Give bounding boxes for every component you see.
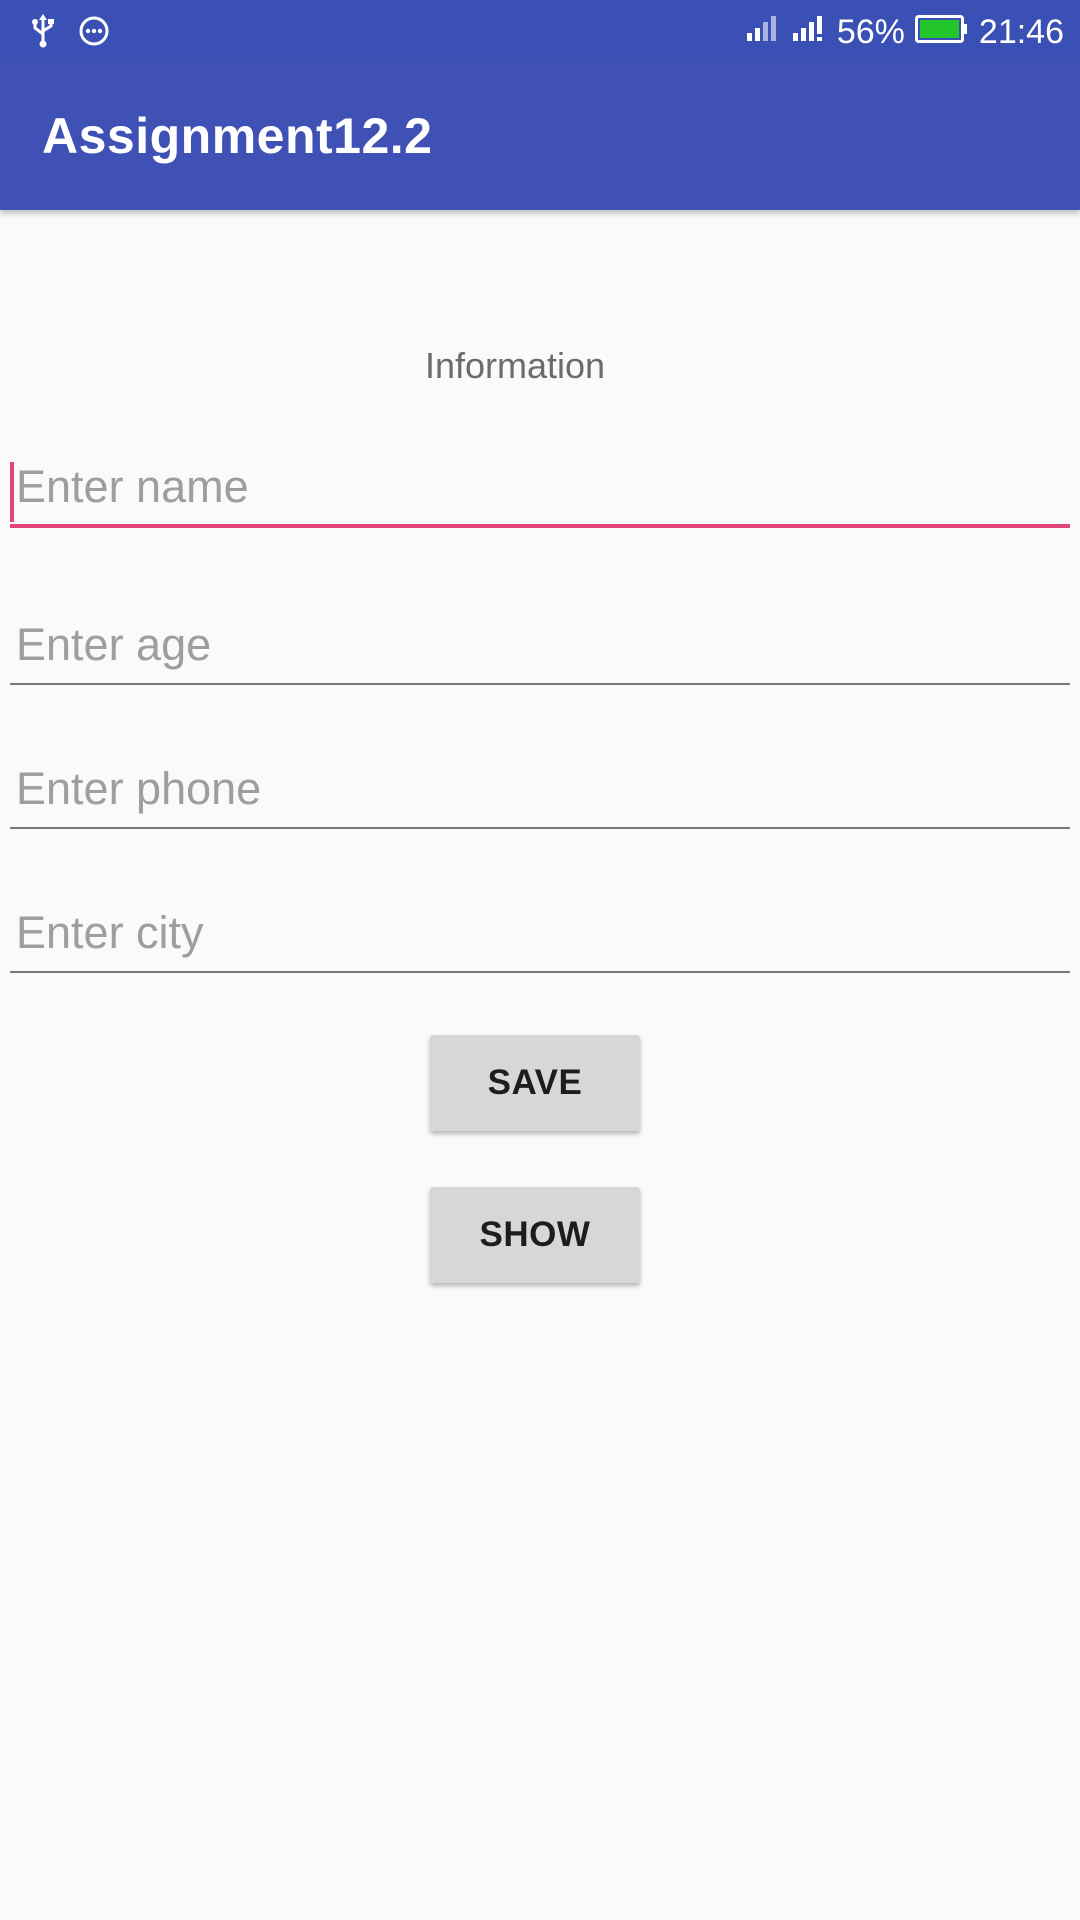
age-input[interactable] bbox=[10, 607, 1070, 685]
usb-icon bbox=[28, 14, 58, 53]
app-bar: Assignment12.2 bbox=[0, 63, 1080, 210]
signal-sim1-icon bbox=[745, 13, 781, 52]
status-right: 56% 21:46 bbox=[745, 10, 1064, 54]
clock: 21:46 bbox=[978, 12, 1064, 51]
more-dots-icon bbox=[78, 15, 110, 52]
status-left-icons bbox=[28, 14, 110, 53]
information-heading: Information bbox=[424, 345, 606, 386]
phone-input[interactable] bbox=[10, 751, 1070, 829]
save-button[interactable]: SAVE bbox=[430, 1035, 640, 1131]
battery-percent: 56% bbox=[836, 12, 905, 51]
text-cursor bbox=[10, 462, 14, 522]
show-button[interactable]: SHOW bbox=[430, 1187, 640, 1283]
city-input[interactable] bbox=[10, 895, 1070, 973]
name-field-container bbox=[10, 450, 1070, 530]
city-field-container bbox=[10, 895, 1070, 975]
status-bar: 56% 21:46 bbox=[0, 0, 1080, 63]
phone-field-container bbox=[10, 751, 1070, 831]
app-title: Assignment12.2 bbox=[42, 108, 433, 164]
battery-icon bbox=[914, 13, 969, 52]
age-field-container bbox=[10, 607, 1070, 687]
signal-sim2-icon bbox=[791, 13, 827, 52]
name-input[interactable] bbox=[10, 450, 1070, 528]
